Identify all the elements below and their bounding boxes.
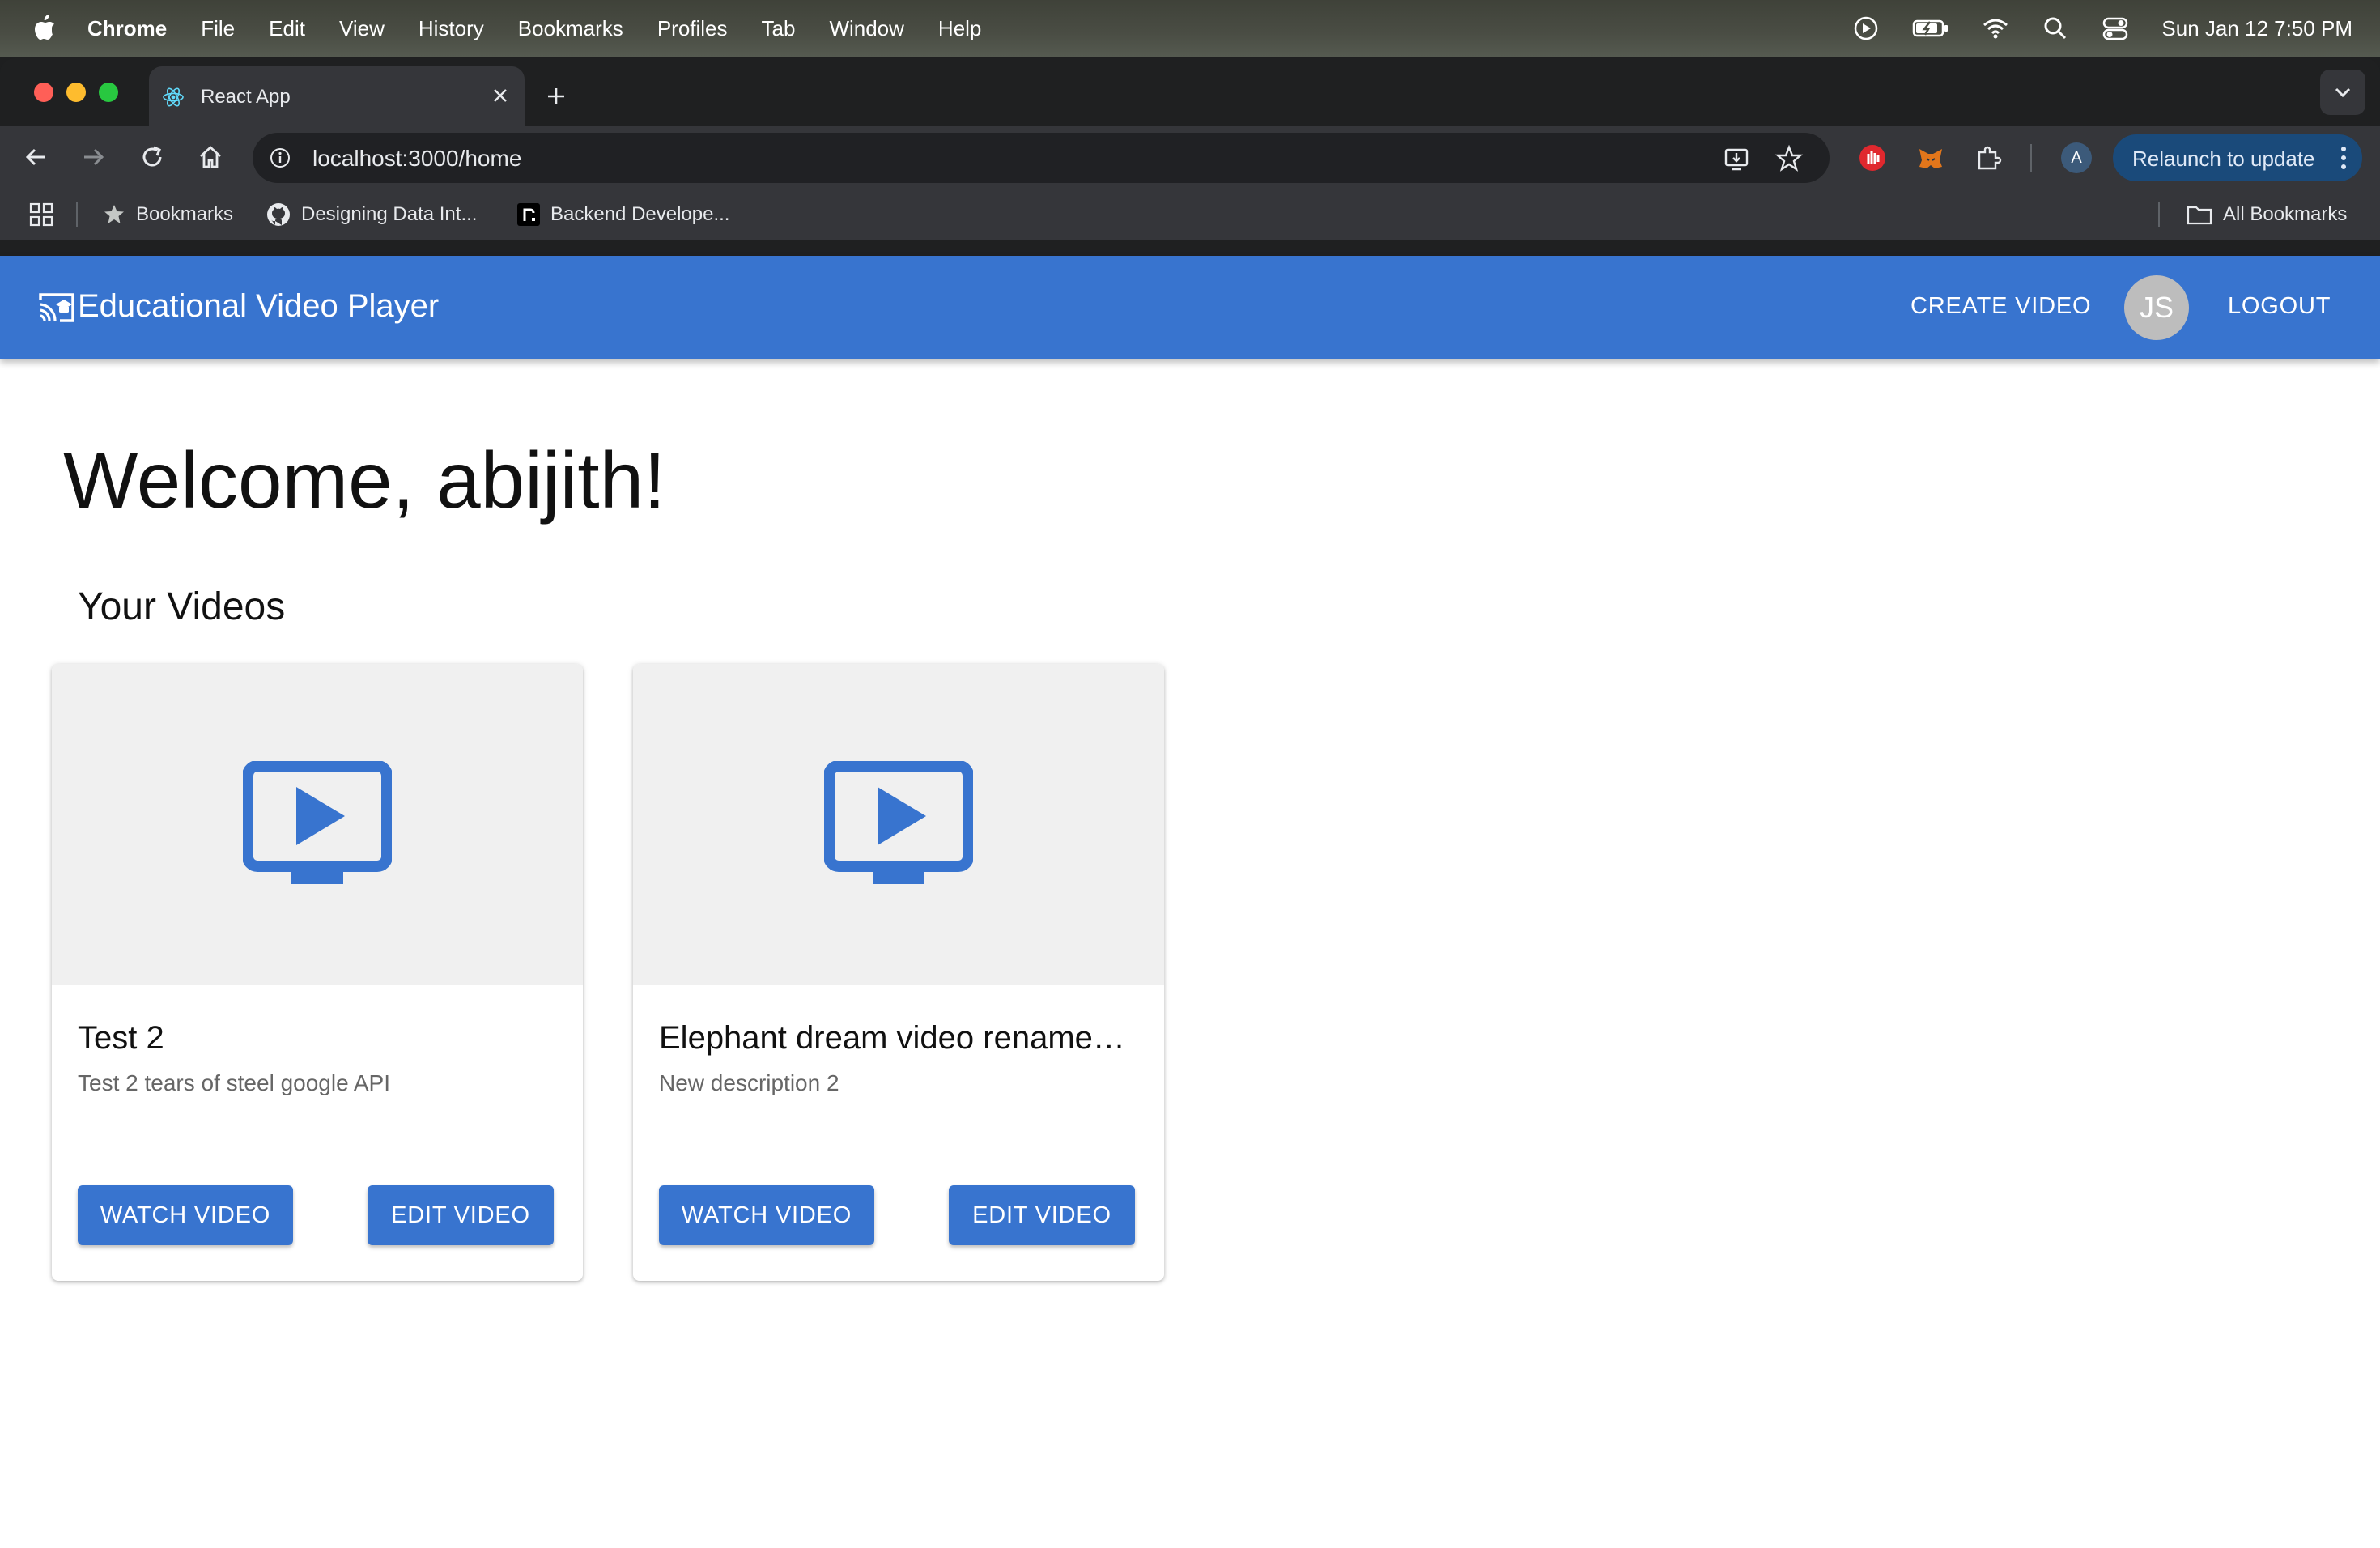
home-icon[interactable] (196, 142, 225, 172)
edit-video-button[interactable]: EDIT VIDEO (368, 1185, 554, 1245)
browser-toolbar: localhost:3000/home A Relaunch to update (0, 126, 2380, 189)
adblock-extension-icon[interactable] (1857, 142, 1888, 173)
menu-app-name[interactable]: Chrome (87, 16, 167, 41)
install-app-icon[interactable] (1723, 144, 1752, 173)
tab-react-app[interactable]: React App (149, 66, 525, 126)
reload-icon[interactable] (138, 142, 167, 172)
menu-view[interactable]: View (339, 16, 385, 41)
apps-grid-button[interactable] (28, 189, 65, 240)
video-player-icon (824, 761, 973, 884)
logout-button[interactable]: LOGOUT (2228, 293, 2331, 320)
welcome-heading: Welcome, abijith! (63, 436, 666, 525)
github-icon (267, 203, 290, 226)
video-title: Elephant dream video rename… (659, 1020, 1125, 1056)
all-bookmarks-label: All Bookmarks (2223, 203, 2348, 225)
folder-icon (2187, 206, 2212, 225)
user-avatar[interactable]: JS (2124, 275, 2189, 340)
cast-education-icon[interactable] (37, 288, 76, 327)
watch-video-button[interactable]: WATCH VIDEO (78, 1185, 293, 1245)
close-tab-icon[interactable] (491, 86, 510, 105)
menu-history[interactable]: History (419, 16, 484, 41)
video-thumbnail (52, 664, 583, 985)
macos-menu-bar: Chrome File Edit View History Bookmarks … (0, 0, 2380, 57)
relaunch-label: Relaunch to update (2132, 147, 2315, 171)
menu-profiles[interactable]: Profiles (657, 16, 728, 41)
menu-tab[interactable]: Tab (762, 16, 796, 41)
all-bookmarks-button[interactable]: All Bookmarks (2186, 189, 2347, 240)
bookmark-designing-data[interactable]: Designing Data Int... (266, 189, 477, 240)
tab-search-button[interactable] (2320, 70, 2365, 115)
roadmap-favicon-icon (517, 203, 540, 226)
app-brand-title[interactable]: Educational Video Player (78, 288, 439, 325)
video-player-icon (243, 761, 392, 884)
bookmarks-divider (76, 202, 78, 227)
edit-video-button[interactable]: EDIT VIDEO (949, 1185, 1135, 1245)
bookmark-label: Bookmarks (136, 203, 234, 225)
video-description: Test 2 tears of steel google API (78, 1070, 391, 1095)
bookmark-backend-developer[interactable]: Backend Develope... (516, 189, 729, 240)
bookmark-star-icon[interactable] (1774, 144, 1804, 173)
page-content: Educational Video Player CREATE VIDEO JS… (0, 256, 2380, 1548)
minimize-window-button[interactable] (66, 83, 86, 102)
more-menu-icon (2341, 147, 2346, 169)
menu-bookmarks[interactable]: Bookmarks (518, 16, 623, 41)
back-arrow-icon[interactable] (21, 142, 50, 172)
apps-grid-icon (29, 202, 53, 227)
address-bar[interactable]: localhost:3000/home (253, 133, 1830, 183)
app-bar: Educational Video Player CREATE VIDEO JS… (0, 256, 2380, 359)
your-videos-heading: Your Videos (78, 585, 286, 628)
tab-strip: React App (0, 58, 2380, 126)
close-window-button[interactable] (34, 83, 53, 102)
bookmark-folder-bookmarks[interactable]: Bookmarks (102, 189, 233, 240)
menu-window[interactable]: Window (829, 16, 903, 41)
bookmark-label: Backend Develope... (550, 203, 730, 225)
forward-arrow-icon[interactable] (79, 142, 108, 172)
battery-icon[interactable] (1912, 15, 1949, 42)
metamask-extension-icon[interactable] (1915, 142, 1946, 173)
video-card: Elephant dream video rename… New descrip… (633, 664, 1164, 1281)
site-info-icon[interactable] (269, 147, 291, 169)
relaunch-to-update-button[interactable]: Relaunch to update (2113, 134, 2362, 181)
spotlight-search-icon[interactable] (2042, 15, 2069, 42)
profile-avatar[interactable]: A (2061, 142, 2092, 173)
wifi-icon[interactable] (1982, 15, 2009, 42)
video-description: New description 2 (659, 1070, 839, 1095)
bookmark-label: Designing Data Int... (301, 203, 478, 225)
control-center-icon[interactable] (2102, 15, 2129, 42)
menu-file[interactable]: File (201, 16, 235, 41)
extensions-puzzle-icon[interactable] (1974, 142, 2004, 173)
video-title: Test 2 (78, 1020, 164, 1056)
new-tab-icon[interactable] (542, 83, 570, 110)
menu-help[interactable]: Help (938, 16, 981, 41)
apple-icon[interactable] (32, 13, 57, 42)
chevron-down-icon (2335, 87, 2351, 98)
toolbar-divider (2030, 144, 2032, 172)
watch-video-button[interactable]: WATCH VIDEO (659, 1185, 874, 1245)
bookmarks-bar: Bookmarks Designing Data Int... Backend … (0, 189, 2380, 240)
menubar-clock[interactable]: Sun Jan 12 7:50 PM (2161, 16, 2352, 41)
menu-edit[interactable]: Edit (269, 16, 305, 41)
create-video-button[interactable]: CREATE VIDEO (1910, 293, 2091, 320)
video-card: Test 2 Test 2 tears of steel google API … (52, 664, 583, 1281)
zoom-window-button[interactable] (99, 83, 118, 102)
browser-window: React App localhost:3000/home A Relaunch… (0, 58, 2380, 1548)
star-icon (104, 205, 124, 223)
video-thumbnail (633, 664, 1164, 985)
media-play-icon[interactable] (1852, 15, 1880, 42)
bookmarks-divider (2158, 202, 2160, 227)
react-favicon-icon (163, 87, 184, 107)
tab-title: React App (201, 86, 291, 108)
url-text[interactable]: localhost:3000/home (312, 146, 521, 172)
